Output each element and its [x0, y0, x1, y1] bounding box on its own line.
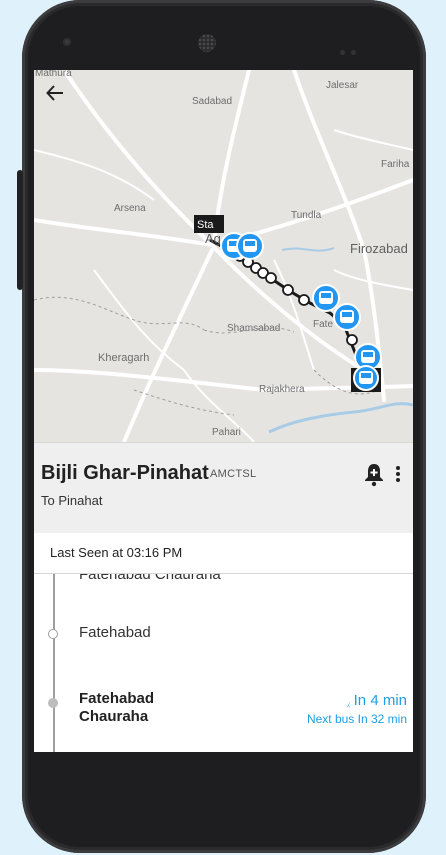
stop-dot: [48, 698, 58, 708]
live-signal-icon: ⁁: [347, 697, 350, 708]
map-label-jalesar: Jalesar: [326, 80, 359, 91]
route-stop-dot: [282, 284, 294, 296]
back-button[interactable]: [46, 84, 76, 114]
stop-name-line: Chauraha: [79, 708, 149, 725]
earpiece-speaker: [198, 34, 216, 52]
map-label-shamsabad: Shamsabad: [227, 323, 280, 334]
stop-list[interactable]: Fatehabad Chauraha Fatehabad Fatehabad C…: [34, 574, 413, 752]
bus-marker[interactable]: [333, 303, 361, 331]
list-item[interactable]: Fatehabad Chauraha: [79, 690, 154, 726]
map-label-agra: Ag: [205, 231, 221, 246]
route-map[interactable]: Mathura Jalesar Sadabad Fariha Arsena Tu…: [34, 70, 413, 442]
map-label-fariha: Fariha: [381, 159, 410, 170]
start-marker-label: Sta: [197, 219, 214, 231]
more-options-button[interactable]: [391, 461, 405, 487]
map-label-pahari: Pahari: [212, 427, 241, 438]
map-label-arsena: Arsena: [114, 203, 146, 214]
bus-marker[interactable]: [312, 284, 340, 312]
bus-marker[interactable]: [353, 365, 379, 391]
stop-dot: [48, 629, 58, 639]
app-screen: Mathura Jalesar Sadabad Fariha Arsena Tu…: [34, 70, 413, 752]
back-arrow-icon: [46, 85, 63, 101]
next-bus-text: Next bus In 32 min: [306, 712, 407, 726]
last-seen-bar: Last Seen at 03:16 PM: [34, 533, 413, 574]
route-stop-dot: [346, 334, 358, 346]
list-item[interactable]: Fatehabad: [79, 624, 151, 641]
route-destination: To Pinahat: [41, 493, 103, 508]
more-vert-icon: [396, 466, 400, 482]
phone-side-button: [17, 170, 23, 290]
route-header: Bijli Ghar-Pinahat AMCTSL To Pinahat: [34, 442, 413, 533]
arrival-time: ⁁ In 4 min: [347, 692, 407, 709]
route-stop-dot: [298, 294, 310, 306]
alert-button[interactable]: [362, 461, 386, 487]
route-agency: AMCTSL: [210, 468, 257, 480]
map-label-kheragarh: Kheragarh: [98, 352, 149, 364]
map-label-sadabad: Sadabad: [192, 96, 232, 107]
map-label-rajakhera: Rajakhera: [259, 384, 305, 395]
timeline-line: [53, 574, 55, 752]
stop-name-line: Fatehabad: [79, 690, 155, 707]
route-stop-dot: [265, 272, 277, 284]
bus-marker[interactable]: [236, 232, 264, 260]
front-camera: [63, 38, 71, 46]
map-label-fatehabad: Fate: [313, 319, 333, 330]
map-label-tundla: Tundla: [291, 210, 322, 221]
map-label-mathura: Mathura: [35, 70, 72, 79]
proximity-sensor: [340, 42, 366, 55]
last-seen-text: Last Seen at 03:16 PM: [50, 545, 183, 560]
list-item[interactable]: Fatehabad Chauraha: [79, 574, 221, 583]
map-label-firozabad: Firozabad: [350, 241, 408, 256]
route-name: Bijli Ghar-Pinahat: [41, 462, 209, 484]
bell-add-icon: [365, 464, 383, 487]
